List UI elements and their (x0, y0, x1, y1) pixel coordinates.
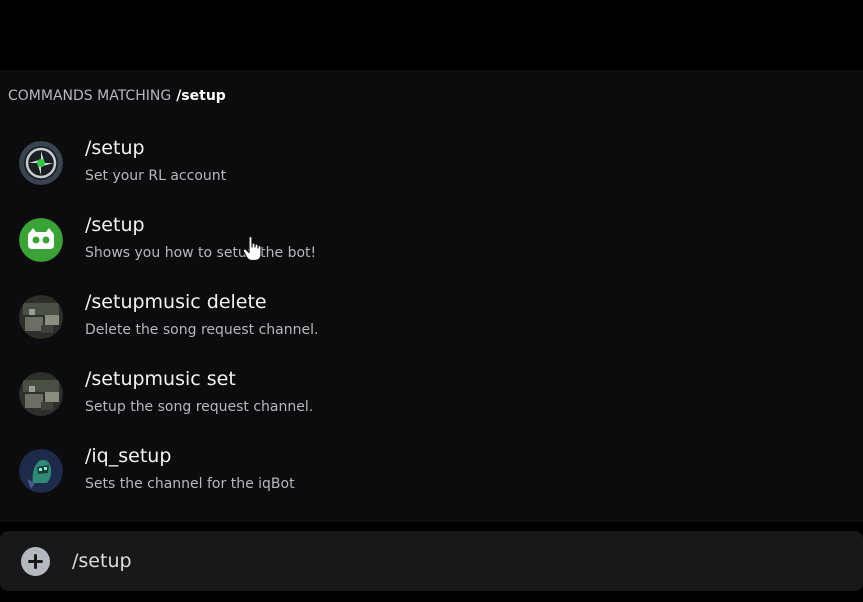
command-name: /setup (85, 137, 145, 159)
music-bot-avatar-icon (19, 372, 63, 416)
top-backdrop (0, 0, 863, 70)
command-list: /setup Set your RL account /setup Shows … (0, 126, 863, 511)
command-name: /setupmusic set (85, 368, 236, 390)
command-item[interactable]: /setupmusic set Setup the song request c… (0, 357, 863, 434)
green-bot-avatar-icon (19, 218, 63, 262)
command-item[interactable]: /iq_setup Sets the channel for the iqBot (0, 434, 863, 511)
command-description: Setup the song request channel. (85, 399, 314, 415)
command-name: /setup (85, 214, 145, 236)
command-item[interactable]: /setupmusic delete Delete the song reque… (0, 280, 863, 357)
header-label: COMMANDS MATCHING (8, 88, 172, 104)
command-description: Sets the channel for the iqBot (85, 476, 295, 492)
command-name: /setupmusic delete (85, 291, 267, 313)
popup-header: COMMANDS MATCHING/setup (8, 88, 226, 104)
command-description: Set your RL account (85, 168, 227, 184)
command-name: /iq_setup (85, 445, 172, 467)
message-input-bar (0, 531, 863, 591)
command-item[interactable]: /setup Shows you how to setup the bot! (0, 203, 863, 280)
add-circle-icon[interactable] (21, 547, 50, 576)
command-autocomplete-popup: COMMANDS MATCHING/setup /setup Set your … (0, 70, 863, 522)
rl-tracker-bot-avatar-icon (19, 141, 63, 185)
command-item[interactable]: /setup Set your RL account (0, 126, 863, 203)
header-query: /setup (176, 88, 226, 104)
command-description: Shows you how to setup the bot! (85, 245, 317, 261)
music-bot-avatar-icon (19, 295, 63, 339)
message-input[interactable] (72, 543, 832, 579)
command-description: Delete the song request channel. (85, 322, 319, 338)
iqbot-avatar-icon (19, 449, 63, 493)
